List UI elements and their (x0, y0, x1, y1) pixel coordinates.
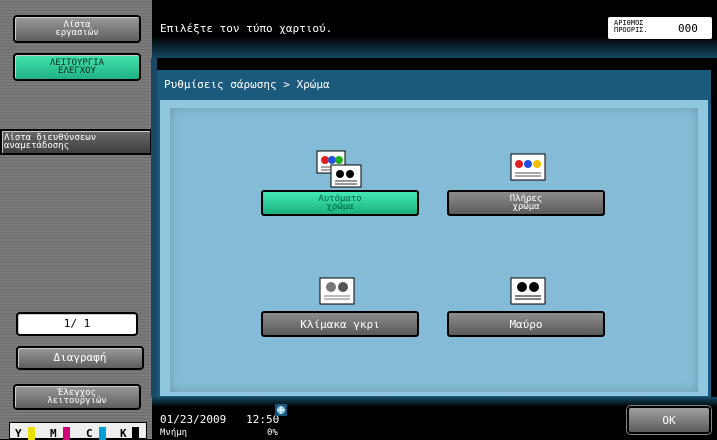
toner-letter-m: M (50, 427, 57, 440)
delete-button[interactable]: Διαγραφή (16, 346, 144, 370)
check-job-label: Έλεγχος λειτουργιών (47, 388, 107, 406)
memory-label: Μνήμη (160, 428, 188, 438)
black-button[interactable]: Μαύρο (447, 311, 605, 337)
job-list-label: Λίστα εργασιών (55, 20, 99, 38)
check-function-label: ΛΕΙΤΟΥΡΓΙΑ ΕΛΕΓΧΟΥ (49, 58, 105, 76)
toner-bar-y (28, 427, 35, 440)
memory-value: 0% (267, 428, 278, 438)
options-area-shade (170, 108, 698, 392)
toner-letter-y: Y (15, 427, 22, 440)
breadcrumb: Ρυθμίσεις σάρωσης > Χρώμα (160, 75, 708, 95)
network-icon (275, 404, 287, 416)
page-counter-text: 1/ 1 (63, 317, 91, 330)
auto-color-label: Αυτόματο χρώμα (318, 194, 362, 212)
toner-letter-c: C (86, 427, 93, 440)
counter-label: ΑΡΙΘΜΟΣ ΠΡΟΟΡΙΣ. (614, 19, 648, 34)
check-function-button[interactable]: ΛΕΙΤΟΥΡΓΙΑ ΕΛΕΓΧΟΥ (13, 53, 141, 81)
grayscale-icon (319, 277, 355, 305)
job-list-button[interactable]: Λίστα εργασιών (13, 15, 141, 43)
ok-button[interactable]: OK (627, 406, 711, 434)
grayscale-label: Κλίμακα γκρι (300, 317, 380, 331)
counter-value: 000 (678, 22, 698, 35)
date-time: 01/23/2009 12:50 (160, 413, 279, 426)
destination-counter: ΑΡΙΘΜΟΣ ΠΡΟΟΡΙΣ. 000 (607, 16, 717, 40)
toner-bar-k (132, 427, 139, 440)
black-icon (510, 277, 546, 305)
page-counter: 1/ 1 (16, 312, 138, 336)
ok-label: OK (662, 413, 676, 427)
full-color-button[interactable]: Πλήρες χρώμα (447, 190, 605, 216)
instruction-text: Επιλέξτε τον τύπο χαρτιού. (160, 22, 333, 35)
delete-label: Διαγραφή (53, 351, 107, 364)
toner-bar-m (63, 427, 70, 440)
address-list-label: Λίστα διευθύνσεων αναμετάδοσης (4, 133, 97, 151)
address-list-button[interactable]: Λίστα διευθύνσεων αναμετάδοσης (0, 129, 152, 155)
full-color-icon (510, 153, 546, 181)
grayscale-button[interactable]: Κλίμακα γκρι (261, 311, 419, 337)
toner-letter-k: K (120, 427, 127, 440)
toner-bar-c (99, 427, 106, 440)
auto-color-icon (316, 150, 362, 188)
full-color-label: Πλήρες χρώμα (509, 194, 543, 212)
black-label: Μαύρο (509, 317, 543, 331)
check-job-button[interactable]: Έλεγχος λειτουργιών (13, 384, 141, 410)
auto-color-button[interactable]: Αυτόματο χρώμα (261, 190, 419, 216)
date-text: 01/23/2009 (160, 413, 227, 426)
toner-levels: Y M C K (9, 422, 147, 440)
